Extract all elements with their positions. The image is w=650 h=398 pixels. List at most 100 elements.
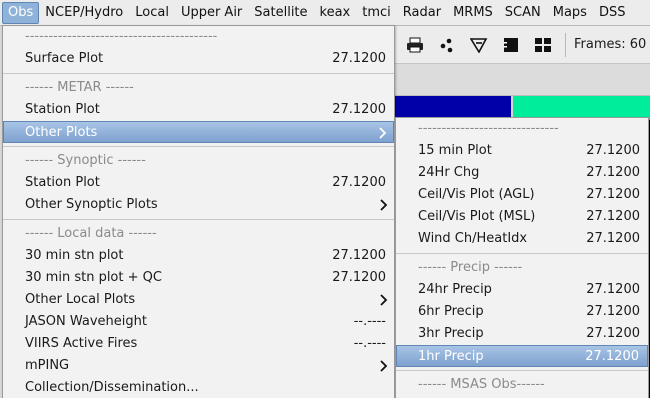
menu-item-15-min-plot[interactable]: 15 min Plot 27.1200 xyxy=(396,140,648,162)
menu-dss[interactable]: DSS xyxy=(593,2,632,24)
pointer-icon[interactable] xyxy=(467,34,491,56)
menu-item-label: Ceil/Vis Plot (MSL) xyxy=(418,209,536,224)
menu-item-label: Ceil/Vis Plot (AGL) xyxy=(418,187,535,202)
menu-item-24hr-precip[interactable]: 24hr Precip 27.1200 xyxy=(396,279,648,301)
menu-item-station-plot[interactable]: Station Plot 27.1200 xyxy=(3,99,394,121)
menu-item-1hr-precip[interactable]: 1hr Precip 27.1200 xyxy=(396,345,648,367)
menu-item-label: 15 min Plot xyxy=(418,143,492,158)
menu-item-label: 6hr Precip xyxy=(418,304,484,319)
chevron-right-icon xyxy=(379,198,389,212)
menu-item-label: Wind Ch/HeatIdx xyxy=(418,231,528,246)
dots-icon[interactable] xyxy=(435,34,459,56)
menu-item-other-synoptic-plots[interactable]: Other Synoptic Plots xyxy=(3,194,394,216)
frames-label: Frames: 60 xyxy=(574,37,647,52)
menu-item-label: ------ METAR ------ xyxy=(25,80,134,95)
menu-item-surface-plot[interactable]: Surface Plot 27.1200 xyxy=(3,48,394,70)
menu-tmci[interactable]: tmci xyxy=(356,2,397,24)
menu-item-label: 24hr Precip xyxy=(418,282,492,297)
menu-item-6hr-precip[interactable]: 6hr Precip 27.1200 xyxy=(396,301,648,323)
menu-section-header: ------ MSAS Obs------ xyxy=(396,374,648,396)
menu-scan[interactable]: SCAN xyxy=(499,2,547,24)
menu-local[interactable]: Local xyxy=(129,2,175,24)
menu-item-label: 30 min stn plot + QC xyxy=(25,270,162,285)
obs-dropdown-menu: ----------------------------------------… xyxy=(2,25,395,398)
menu-separator xyxy=(396,253,648,254)
menu-ncep-hydro[interactable]: NCEP/Hydro xyxy=(39,2,129,24)
menu-item-collection-dissemination[interactable]: Collection/Dissemination... xyxy=(3,377,394,398)
menu-item-label: ------ Local data ------ xyxy=(25,226,157,241)
menu-item-version: 27.1200 xyxy=(332,102,386,117)
menu-satellite[interactable]: Satellite xyxy=(248,2,313,24)
menu-item-label: ------ MSAS Obs------ xyxy=(418,377,545,392)
menu-section-header: ------ Local data ------ xyxy=(3,223,394,245)
menu-item-24hr-chg[interactable]: 24Hr Chg 27.1200 xyxy=(396,162,648,184)
menu-item-version: 27.1200 xyxy=(586,326,640,341)
menu-item-viirs-active-fires[interactable]: VIIRS Active Fires --.---- xyxy=(3,333,394,355)
menu-section-header: ------ METAR ------ xyxy=(3,77,394,99)
menu-item-wind-ch-heatidx[interactable]: Wind Ch/HeatIdx 27.1200 xyxy=(396,228,648,250)
menu-item-version: 27.1200 xyxy=(332,51,386,66)
menu-upper-air[interactable]: Upper Air xyxy=(175,2,248,24)
menu-radar[interactable]: Radar xyxy=(397,2,447,24)
menu-maps[interactable]: Maps xyxy=(547,2,593,24)
menu-separator xyxy=(3,73,394,74)
menu-bar: Obs NCEP/Hydro Local Upper Air Satellite… xyxy=(0,0,650,26)
menu-separator xyxy=(3,146,394,147)
menu-item-version: 27.1200 xyxy=(586,143,640,158)
menu-item-30-min-stn-plot[interactable]: 30 min stn plot 27.1200 xyxy=(3,245,394,267)
secondary-toolbar xyxy=(395,64,650,96)
menu-item-label: Collection/Dissemination... xyxy=(25,380,199,395)
menu-item-version: --.---- xyxy=(353,314,386,329)
menu-item-label: 24Hr Chg xyxy=(418,165,480,180)
menu-item-version: 27.1200 xyxy=(586,187,640,202)
chevron-right-icon xyxy=(378,126,388,140)
menu-keax[interactable]: keax xyxy=(314,2,357,24)
menu-item-label: ----------------------------------------… xyxy=(25,29,218,44)
menu-item-version: 27.1200 xyxy=(586,209,640,224)
menu-item-jason-waveheight[interactable]: JASON Waveheight --.---- xyxy=(3,311,394,333)
menu-item-mping[interactable]: mPING xyxy=(3,355,394,377)
other-plots-submenu: ------------------------------ 15 min Plo… xyxy=(395,117,649,398)
menu-item-label: Station Plot xyxy=(25,102,100,117)
menu-item-other-plots[interactable]: Other Plots xyxy=(3,121,394,143)
menu-item-other-local-plots[interactable]: Other Local Plots xyxy=(3,289,394,311)
menu-item-label: JASON Waveheight xyxy=(25,314,147,329)
menu-item-version: 27.1200 xyxy=(586,282,640,297)
menu-item-station-plot[interactable]: Station Plot 27.1200 xyxy=(3,172,394,194)
chevron-right-icon xyxy=(379,359,389,373)
single-panel-icon[interactable] xyxy=(499,34,523,56)
menu-item-version: 27.1200 xyxy=(332,175,386,190)
menu-item-label: 3hr Precip xyxy=(418,326,484,341)
menu-separator xyxy=(3,219,394,220)
menu-section-header: ----------------------------------------… xyxy=(3,26,394,48)
menu-item-version: 27.1200 xyxy=(586,165,640,180)
menu-obs[interactable]: Obs xyxy=(2,1,40,24)
menu-item-label: Station Plot xyxy=(25,175,100,190)
menu-item-label: mPING xyxy=(25,358,70,373)
menu-item-label: ------ Synoptic ------ xyxy=(25,153,146,168)
toolbar: Frames: 60 xyxy=(395,26,650,64)
printer-icon[interactable] xyxy=(403,34,427,56)
menu-item-label: Other Plots xyxy=(25,125,98,140)
menu-item-label: VIIRS Active Fires xyxy=(25,336,138,351)
menu-item-label: 30 min stn plot xyxy=(25,248,124,263)
menu-section-header: ------------------------------ xyxy=(396,118,648,140)
menu-item-label: Other Local Plots xyxy=(25,292,136,307)
menu-separator xyxy=(396,370,648,371)
menu-item-version: 27.1200 xyxy=(332,248,386,263)
menu-item-3hr-precip[interactable]: 3hr Precip 27.1200 xyxy=(396,323,648,345)
menu-section-header: ------ Precip ------ xyxy=(396,257,648,279)
four-panel-icon[interactable] xyxy=(531,34,555,56)
menu-item-label: 1hr Precip xyxy=(418,349,484,364)
menu-section-header: ------ Synoptic ------ xyxy=(3,150,394,172)
chevron-right-icon xyxy=(379,293,389,307)
menu-item-30-min-stn-plot-qc[interactable]: 30 min stn plot + QC 27.1200 xyxy=(3,267,394,289)
menu-item-version: 27.1200 xyxy=(585,349,639,364)
menu-item-label: ------ Precip ------ xyxy=(418,260,523,275)
toolbar-separator xyxy=(565,32,566,57)
menu-item-ceil-vis-plot-agl[interactable]: Ceil/Vis Plot (AGL) 27.1200 xyxy=(396,184,648,206)
menu-item-label: ------------------------------ xyxy=(418,121,559,136)
menu-item-label: Surface Plot xyxy=(25,51,104,66)
menu-mrms[interactable]: MRMS xyxy=(447,2,499,24)
menu-item-ceil-vis-plot-msl[interactable]: Ceil/Vis Plot (MSL) 27.1200 xyxy=(396,206,648,228)
